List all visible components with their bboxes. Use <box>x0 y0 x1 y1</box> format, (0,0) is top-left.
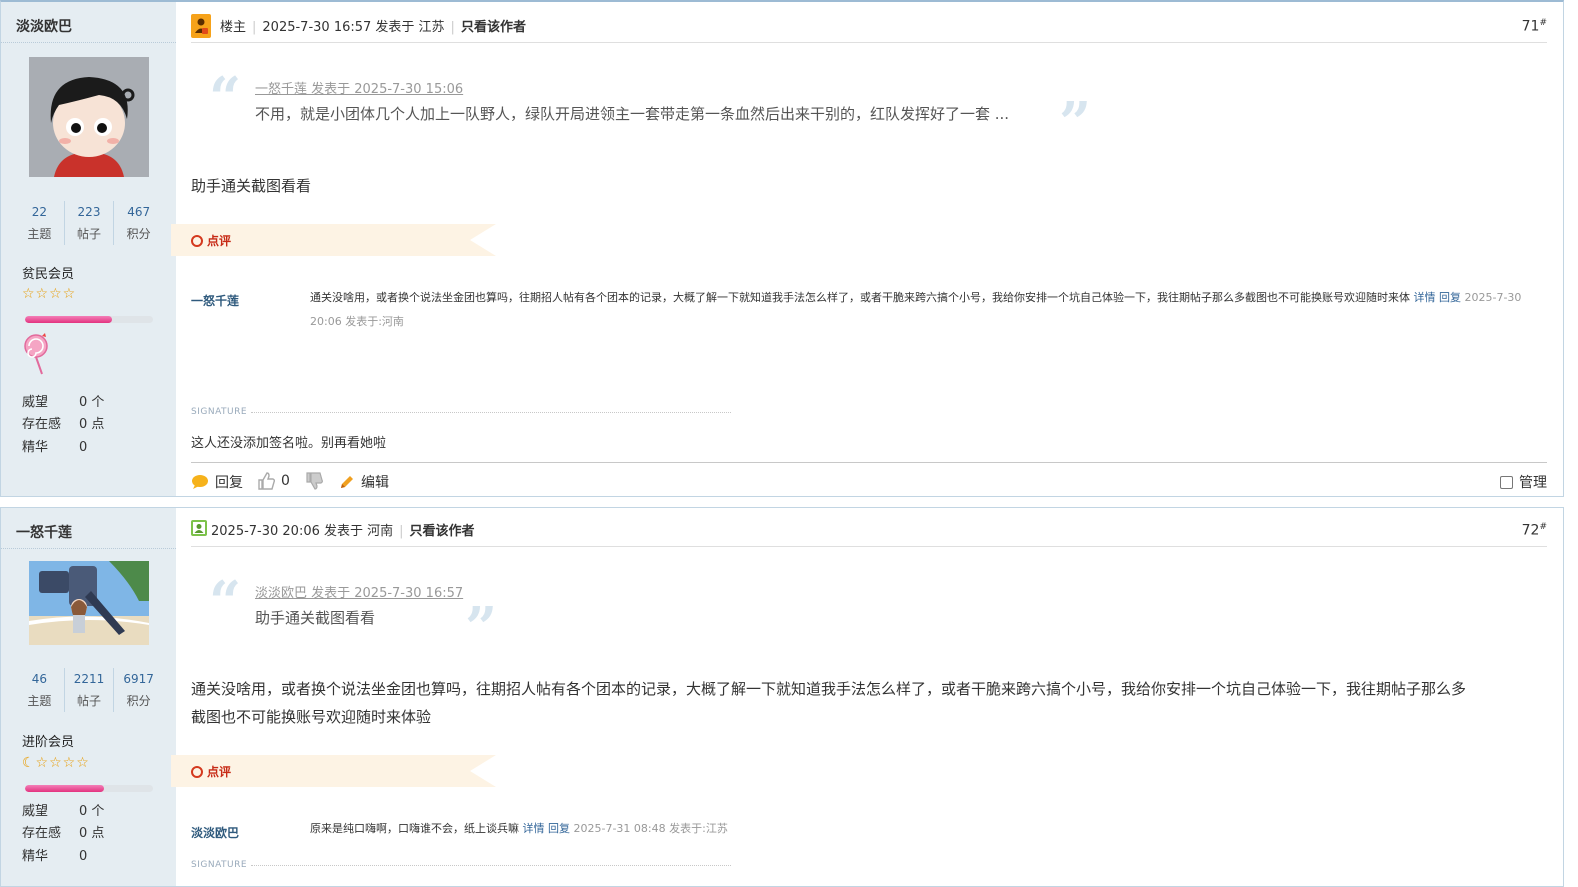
author-sidebar: 一怒千莲 46 主题 2211 帖子 6917 积分 进阶会员 ☾☆☆☆☆ 威望… <box>1 508 176 886</box>
stat-posts[interactable]: 2211 帖子 <box>63 668 114 712</box>
stat-posts[interactable]: 223 帖子 <box>63 201 114 245</box>
anime-avatar-icon <box>29 561 149 645</box>
quote-open-icon: “ <box>209 569 242 635</box>
rank-stars-icon: ☆☆☆☆ <box>22 286 77 302</box>
level-progress-bar <box>25 785 153 792</box>
post-date: 2025-7-30 20:06 发表于 河南 <box>211 524 394 539</box>
divider <box>1 42 176 43</box>
floor-number[interactable]: 72# <box>1522 522 1547 539</box>
stat-essence: 精华 0 <box>22 849 88 864</box>
like-button[interactable]: 0 <box>257 472 290 490</box>
edit-button[interactable]: 编辑 <box>339 472 389 492</box>
post-72: 一怒千莲 46 主题 2211 帖子 6917 积分 进阶会员 ☾☆☆☆☆ 威望… <box>0 507 1564 887</box>
author-name[interactable]: 一怒千莲 <box>16 522 72 542</box>
divider <box>1 548 176 549</box>
stat-weiwang: 威望 0 个 <box>22 395 105 410</box>
user-stats: 22 主题 223 帖子 467 积分 <box>15 201 163 245</box>
quote-source-link[interactable]: 淡淡欧巴 发表于 2025-7-30 16:57 <box>255 582 463 601</box>
cartoon-avatar-icon <box>29 57 149 177</box>
speech-bubble-icon <box>192 475 208 489</box>
quote-text: 助手通关截图看看 <box>255 609 376 627</box>
post-body: 2025-7-30 20:06 发表于 河南 | 只看该作者 72# “ 淡淡欧巴 … <box>171 508 1547 886</box>
comment-detail-link[interactable]: 详情 <box>1414 291 1436 304</box>
stat-presence: 存在感 0 点 <box>22 417 105 432</box>
comment-meta: 2025-7-31 08:48 发表于:江苏 <box>573 822 728 835</box>
comment-text: 通关没啥用，或者换个说法坐金团也算吗，往期招人帖有各个团本的记录，大概了解一下就… <box>310 291 1522 328</box>
quote-block: 淡淡欧巴 发表于 2025-7-30 16:57 助手通关截图看看 <box>255 582 463 628</box>
quote-source-link[interactable]: 一怒千莲 发表于 2025-7-30 15:06 <box>255 78 1009 97</box>
dislike-button[interactable] <box>305 472 323 490</box>
avatar[interactable] <box>29 561 149 645</box>
online-user-icon <box>191 520 211 540</box>
owner-badge-icon <box>191 14 211 38</box>
post-header: 2025-7-30 20:06 发表于 河南 | 只看该作者 72# <box>191 516 1547 547</box>
signature-divider <box>251 412 731 413</box>
comment-section-header: 点评 <box>171 755 496 787</box>
signature-text: 这人还没添加签名啦。别再看她啦 <box>191 436 387 451</box>
signature-label: SIGNATURE <box>191 860 248 870</box>
comment-ring-icon <box>191 766 203 778</box>
post-date: 2025-7-30 16:57 发表于 江苏 <box>262 20 445 35</box>
comment-section-header: 点评 <box>171 224 496 256</box>
comment-text: 原来是纯口嗨啊，口嗨谁不会，纸上谈兵嘛 详情 回复 2025-7-31 08:4… <box>310 822 728 835</box>
manage-checkbox[interactable]: 管理 <box>1500 472 1547 492</box>
user-rank[interactable]: 进阶会员 <box>22 731 74 750</box>
floor-number[interactable]: 71# <box>1522 18 1547 35</box>
stat-topics[interactable]: 22 主题 <box>15 201 64 245</box>
level-progress-bar <box>25 316 153 323</box>
user-stats: 46 主题 2211 帖子 6917 积分 <box>15 668 163 712</box>
owner-label: 楼主 <box>220 20 247 35</box>
user-rank[interactable]: 贫民会员 <box>22 263 74 282</box>
pencil-icon <box>341 476 353 488</box>
quote-open-icon: “ <box>209 65 242 131</box>
comment-reply-link[interactable]: 回复 <box>1439 291 1461 304</box>
comment-author[interactable]: 淡淡欧巴 <box>191 824 239 841</box>
stat-points[interactable]: 6917 积分 <box>113 668 163 712</box>
stat-essence: 精华 0 <box>22 440 88 455</box>
post-body: 楼主 | 2025-7-30 16:57 发表于 江苏 | 只看该作者 71# “ 一怒… <box>171 2 1547 496</box>
checkbox-icon[interactable] <box>1500 475 1513 489</box>
only-author-link[interactable]: 只看该作者 <box>461 20 526 35</box>
rank-moon-stars-icon: ☾☆☆☆☆ <box>22 755 90 771</box>
thumbs-down-icon <box>306 472 323 490</box>
post-content: 通关没啥用，或者换个说法坐金团也算吗，往期招人帖有各个团本的记录，大概了解一下就… <box>191 680 1467 726</box>
lollipop-medal-icon[interactable] <box>23 332 49 380</box>
stat-presence: 存在感 0 点 <box>22 826 105 841</box>
post-header: 楼主 | 2025-7-30 16:57 发表于 江苏 | 只看该作者 71# <box>191 12 1547 43</box>
quote-block: 一怒千莲 发表于 2025-7-30 15:06 不用，就是小团体几个人加上一队… <box>255 78 1009 124</box>
comment-ring-icon <box>191 235 203 247</box>
quote-close-icon: ” <box>1059 90 1092 156</box>
signature-divider <box>251 865 731 866</box>
post-actions: 回复 0 编辑 管理 <box>191 462 1547 501</box>
quote-text: 不用，就是小团体几个人加上一队野人，绿队开局进领主一套带走第一条血然后出来干别的… <box>255 105 1010 123</box>
signature-label: SIGNATURE <box>191 407 248 417</box>
quote-close-icon: ” <box>465 595 498 661</box>
comment-author[interactable]: 一怒千莲 <box>191 292 239 309</box>
stat-weiwang: 威望 0 个 <box>22 804 105 819</box>
reply-button[interactable]: 回复 <box>191 472 243 492</box>
comment-label: 点评 <box>207 765 232 779</box>
post-content: 助手通关截图看看 <box>191 177 312 195</box>
comment-detail-link[interactable]: 详情 <box>523 822 545 835</box>
author-sidebar: 淡淡欧巴 22 主题 223 帖子 467 积分 贫民会员 ☆☆☆☆ 威望 0 … <box>1 2 176 496</box>
comment-label: 点评 <box>207 234 232 248</box>
stat-points[interactable]: 467 积分 <box>113 201 163 245</box>
author-name[interactable]: 淡淡欧巴 <box>16 16 72 36</box>
thumbs-up-icon <box>258 472 275 490</box>
post-71: 淡淡欧巴 22 主题 223 帖子 467 积分 贫民会员 ☆☆☆☆ 威望 0 … <box>0 0 1564 497</box>
avatar[interactable] <box>29 57 149 177</box>
stat-topics[interactable]: 46 主题 <box>15 668 64 712</box>
only-author-link[interactable]: 只看该作者 <box>410 524 475 539</box>
like-count: 0 <box>281 473 290 489</box>
comment-reply-link[interactable]: 回复 <box>548 822 570 835</box>
